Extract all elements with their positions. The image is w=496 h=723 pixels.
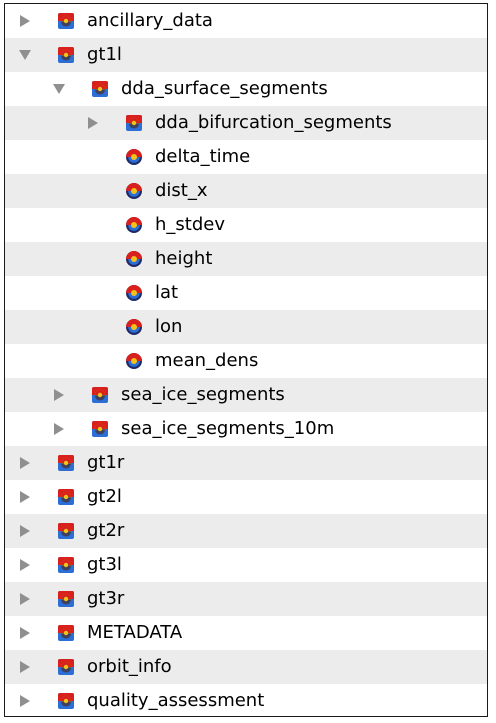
tree-row-ancillary-data[interactable]: ancillary_data xyxy=(5,4,487,38)
tree-row-label: gt3l xyxy=(87,554,122,575)
hdf-tree-panel: ancillary_data gt1l dda_surface_segments… xyxy=(4,3,488,717)
disclosure-collapsed-icon[interactable] xyxy=(51,387,67,403)
hdf-group-icon xyxy=(91,386,109,404)
tree-row-label: orbit_info xyxy=(87,656,172,677)
tree-row-mean-dens[interactable]: mean_dens xyxy=(5,344,487,378)
tree-row-label: gt3r xyxy=(87,588,125,609)
tree-row-label: sea_ice_segments_10m xyxy=(121,418,335,439)
hdf-group-icon xyxy=(57,658,75,676)
tree-row-lon[interactable]: lon xyxy=(5,310,487,344)
tree-row-label: METADATA xyxy=(87,622,183,643)
tree-row-gt1l[interactable]: gt1l xyxy=(5,38,487,72)
hdf-group-icon xyxy=(91,80,109,98)
hdf-dataset-icon xyxy=(125,216,143,234)
tree-row-label: lon xyxy=(155,316,183,337)
disclosure-expanded-icon[interactable] xyxy=(17,47,33,63)
hdf-dataset-icon xyxy=(125,318,143,336)
hdf-group-icon xyxy=(57,624,75,642)
tree-row-gt2l[interactable]: gt2l xyxy=(5,480,487,514)
tree-row-lat[interactable]: lat xyxy=(5,276,487,310)
tree-row-delta-time[interactable]: delta_time xyxy=(5,140,487,174)
disclosure-collapsed-icon[interactable] xyxy=(17,557,33,573)
disclosure-collapsed-icon[interactable] xyxy=(85,115,101,131)
tree-row-label: lat xyxy=(155,282,179,303)
disclosure-collapsed-icon[interactable] xyxy=(17,625,33,641)
tree-row-gt3r[interactable]: gt3r xyxy=(5,582,487,616)
tree-row-gt1r[interactable]: gt1r xyxy=(5,446,487,480)
tree-row-label: dda_surface_segments xyxy=(121,78,328,99)
tree-row-height[interactable]: height xyxy=(5,242,487,276)
disclosure-collapsed-icon[interactable] xyxy=(51,421,67,437)
hdf-group-icon xyxy=(57,454,75,472)
hdf-group-icon xyxy=(91,420,109,438)
disclosure-collapsed-icon[interactable] xyxy=(17,659,33,675)
tree-row-label: mean_dens xyxy=(155,350,259,371)
tree-row-label: dda_bifurcation_segments xyxy=(155,112,392,133)
tree-row-label: sea_ice_segments xyxy=(121,384,285,405)
hdf-dataset-icon xyxy=(125,352,143,370)
disclosure-collapsed-icon[interactable] xyxy=(17,489,33,505)
tree-row-label: dist_x xyxy=(155,180,208,201)
tree-row-h-stdev[interactable]: h_stdev xyxy=(5,208,487,242)
tree-row-sea-ice-segments-10m[interactable]: sea_ice_segments_10m xyxy=(5,412,487,446)
tree-row-label: height xyxy=(155,248,213,269)
disclosure-collapsed-icon[interactable] xyxy=(17,591,33,607)
disclosure-expanded-icon[interactable] xyxy=(51,81,67,97)
tree-row-gt2r[interactable]: gt2r xyxy=(5,514,487,548)
tree-row-quality-assessment[interactable]: quality_assessment xyxy=(5,684,487,716)
hdf-dataset-icon xyxy=(125,148,143,166)
tree-row-label: delta_time xyxy=(155,146,251,167)
hdf-group-icon xyxy=(57,692,75,710)
tree-row-gt3l[interactable]: gt3l xyxy=(5,548,487,582)
tree-row-dda-surface-segments[interactable]: dda_surface_segments xyxy=(5,72,487,106)
disclosure-collapsed-icon[interactable] xyxy=(17,693,33,709)
hdf-group-icon xyxy=(57,522,75,540)
disclosure-collapsed-icon[interactable] xyxy=(17,455,33,471)
hdf-group-icon xyxy=(57,488,75,506)
tree-row-label: gt2l xyxy=(87,486,122,507)
tree-row-label: gt2r xyxy=(87,520,125,541)
tree-view: ancillary_data gt1l dda_surface_segments… xyxy=(5,4,487,716)
hdf-dataset-icon xyxy=(125,250,143,268)
tree-row-orbit-info[interactable]: orbit_info xyxy=(5,650,487,684)
tree-row-sea-ice-segments[interactable]: sea_ice_segments xyxy=(5,378,487,412)
hdf-group-icon xyxy=(57,590,75,608)
tree-row-label: gt1r xyxy=(87,452,125,473)
tree-row-label: gt1l xyxy=(87,44,122,65)
hdf-group-icon xyxy=(125,114,143,132)
tree-row-dist-x[interactable]: dist_x xyxy=(5,174,487,208)
hdf-group-icon xyxy=(57,46,75,64)
hdf-group-icon xyxy=(57,12,75,30)
tree-row-dda-bifurcation-segments[interactable]: dda_bifurcation_segments xyxy=(5,106,487,140)
tree-row-label: h_stdev xyxy=(155,214,225,235)
disclosure-collapsed-icon[interactable] xyxy=(17,523,33,539)
hdf-dataset-icon xyxy=(125,284,143,302)
disclosure-collapsed-icon[interactable] xyxy=(17,13,33,29)
tree-row-label: quality_assessment xyxy=(87,690,265,711)
tree-row-label: ancillary_data xyxy=(87,10,213,31)
hdf-group-icon xyxy=(57,556,75,574)
hdf-dataset-icon xyxy=(125,182,143,200)
tree-row-metadata[interactable]: METADATA xyxy=(5,616,487,650)
